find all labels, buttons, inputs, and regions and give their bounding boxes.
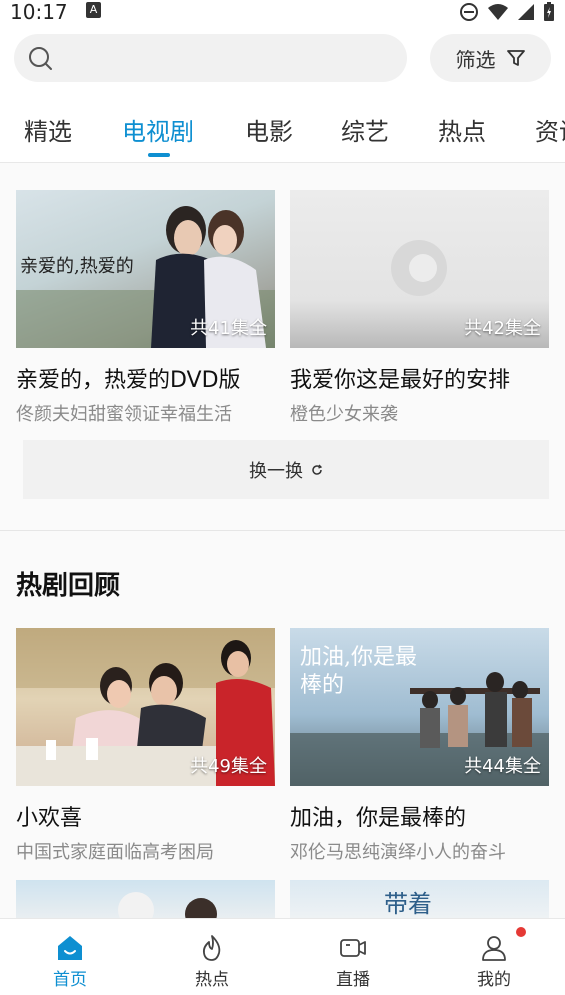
- refresh-label: 换一换: [249, 460, 303, 482]
- notification-badge: [516, 927, 526, 937]
- tab-news[interactable]: 资讯: [535, 112, 565, 147]
- status-icons: [459, 2, 555, 22]
- camera-icon: [340, 939, 366, 957]
- card-subtitle: 中国式家庭面临高考困局: [16, 842, 214, 863]
- section-divider: [0, 530, 565, 531]
- tab-featured[interactable]: 精选: [24, 112, 72, 147]
- nav-live[interactable]: 直播: [303, 919, 403, 995]
- featured-card[interactable]: 亲爱的,热爱的 共41集全 亲爱的，热爱的DVD版 佟颜夫妇甜蜜领证幸福生活: [16, 190, 275, 426]
- header: 筛选 精选 电视剧 电影 综艺 热点 资讯: [0, 24, 565, 162]
- poster-placeholder: 共42集全: [290, 190, 549, 348]
- refresh-button[interactable]: 换一换: [23, 440, 549, 499]
- card-title: 我爱你这是最好的安排: [290, 368, 511, 393]
- tab-movies[interactable]: 电影: [245, 112, 293, 147]
- active-tab-indicator: [148, 153, 170, 157]
- card-title: 加油，你是最棒的: [290, 806, 467, 831]
- poster-image: 亲爱的,热爱的 共41集全: [16, 190, 275, 348]
- do-not-disturb-icon: [460, 3, 478, 21]
- category-tabs: 精选 电视剧 电影 综艺 热点 资讯: [0, 106, 565, 162]
- nav-profile-label: 我的: [477, 970, 511, 990]
- featured-card[interactable]: 共42集全 我爱你这是最好的安排 橙色少女来袭: [290, 190, 549, 426]
- search-input[interactable]: [14, 34, 407, 82]
- tab-variety[interactable]: 综艺: [341, 112, 389, 147]
- battery-icon: [544, 2, 554, 21]
- nav-home[interactable]: 首页: [20, 919, 120, 995]
- bottom-nav: 首页 热点 直播 我的: [0, 918, 565, 995]
- header-divider: [0, 162, 565, 163]
- episode-count: 共49集全: [190, 756, 267, 777]
- poster-title-text: 带着: [384, 890, 432, 918]
- tab-hot[interactable]: 热点: [438, 112, 486, 147]
- card-title: 小欢喜: [16, 806, 83, 831]
- card-subtitle: 邓伦马思纯演绎小人的奋斗: [290, 842, 506, 863]
- wifi-icon: [488, 4, 508, 20]
- person-icon: [482, 936, 506, 961]
- notification-app-icon: A: [86, 2, 101, 18]
- card-subtitle: 佟颜夫妇甜蜜领证幸福生活: [16, 404, 232, 425]
- replay-card[interactable]: 共49集全 小欢喜 中国式家庭面临高考困局: [16, 628, 275, 864]
- search-icon: [29, 47, 52, 70]
- status-time: 10:17: [10, 0, 68, 24]
- episode-count: 共41集全: [190, 318, 267, 339]
- card-title: 亲爱的，热爱的DVD版: [16, 368, 241, 393]
- card-subtitle: 橙色少女来袭: [290, 404, 398, 425]
- filter-label: 筛选: [455, 47, 496, 72]
- poster-title-text: 亲爱的,热爱的: [20, 256, 134, 277]
- status-bar: 10:17 A: [0, 0, 565, 24]
- nav-profile[interactable]: 我的: [444, 919, 544, 995]
- episode-count: 共42集全: [464, 318, 541, 339]
- refresh-icon: [312, 464, 323, 475]
- poster-image: 加油,你是最棒的 共44集全: [290, 628, 549, 786]
- replay-card[interactable]: 加油,你是最棒的 共44集全 加油，你是最棒的 邓伦马思纯演绎小人的奋斗: [290, 628, 549, 864]
- funnel-icon: [506, 50, 525, 66]
- nav-hot[interactable]: 热点: [162, 919, 262, 995]
- poster-art: [118, 892, 217, 918]
- tab-tv-series[interactable]: 电视剧: [122, 112, 194, 147]
- next-poster[interactable]: [16, 880, 275, 918]
- poster-title-text: 加油,你是最棒的: [300, 645, 417, 698]
- flame-icon: [202, 935, 221, 961]
- next-poster[interactable]: 带着: [290, 880, 549, 918]
- signal-icon: [518, 4, 534, 20]
- nav-hot-label: 热点: [195, 970, 229, 990]
- poster-image: 共49集全: [16, 628, 275, 786]
- nav-home-label: 首页: [53, 970, 87, 990]
- episode-count: 共44集全: [464, 756, 541, 777]
- home-icon: [58, 936, 82, 960]
- filter-button[interactable]: 筛选: [430, 34, 551, 82]
- nav-live-label: 直播: [336, 970, 370, 990]
- section-title: 热剧回顾: [16, 571, 121, 601]
